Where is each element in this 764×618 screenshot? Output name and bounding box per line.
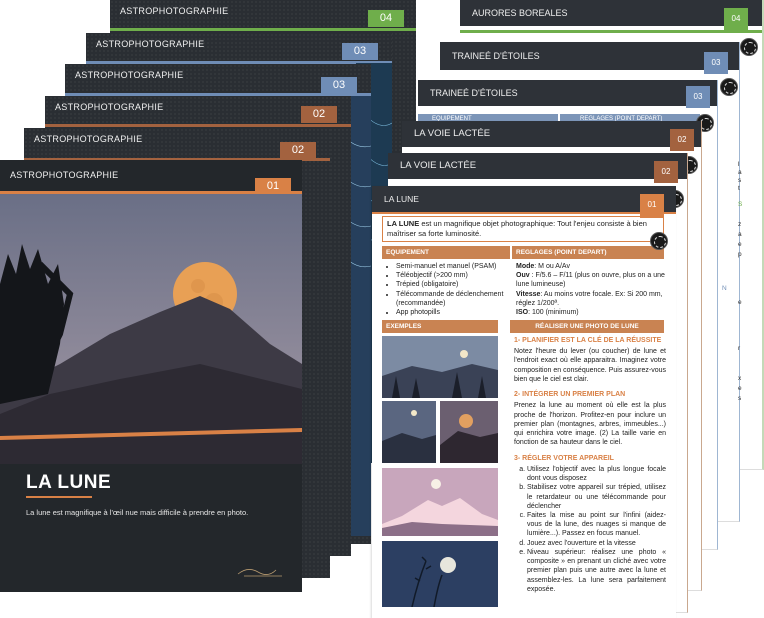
examples-header: EXEMPLES	[382, 320, 498, 333]
sheet-title: TRAINEÉ D'ÉTOILES	[418, 80, 717, 106]
step3-list: Utilisez l'objectif avec la plus longue …	[514, 465, 666, 594]
step3-title: 3- RÉGLER VOTRE APPAREIL	[514, 454, 614, 462]
intro-box: LA LUNE est un magnifique objet photogra…	[382, 216, 664, 242]
card-number: 03	[342, 43, 378, 60]
title-underline	[26, 496, 92, 498]
card-caption: La lune est magnifique à l'œil nue mais …	[26, 508, 249, 517]
card-strip	[45, 124, 351, 127]
moon-over-mountain-image	[0, 194, 302, 464]
signature-logo	[236, 560, 288, 580]
how-to-header: RÉALISER UNE PHOTO DE LUNE	[510, 320, 664, 333]
dial-icon	[740, 38, 758, 56]
sheet-title: LA LUNE	[372, 186, 676, 212]
step1-title: 1- PLANIFIER EST LA CLÉ DE LA RÉUSSITE	[514, 337, 662, 344]
sheet-number: 03	[686, 86, 710, 108]
dial-icon	[650, 232, 668, 250]
sheet-number: 04	[724, 8, 748, 30]
equipment-list: Semi-manuel et manuel (PSAM) Téléobjecti…	[386, 262, 510, 317]
step1-text: Notez l'heure du lever (ou coucher) de l…	[514, 348, 666, 383]
sheet-title: LA VOIE LACTÉE	[402, 121, 701, 147]
sheet-la-lune: LA LUNE 01 LA LUNE est un magnifique obj…	[372, 186, 676, 618]
card-number: 04	[368, 10, 404, 27]
card-big-title: LA LUNE	[26, 472, 112, 493]
equipment-header: EQUIPEMENT	[382, 246, 510, 259]
card-number: 03	[321, 77, 357, 94]
card-number: 02	[280, 142, 316, 159]
settings-header: REGLAGES (POINT DEPART)	[512, 246, 664, 259]
example-photo-big-moon	[440, 401, 498, 463]
example-photo-pink-mountain	[382, 468, 498, 536]
sheet-number: 01	[640, 194, 664, 218]
example-photo-night-plant	[382, 541, 498, 607]
step2-text: Prenez la lune au moment où elle est la …	[514, 402, 666, 447]
card-number: 02	[301, 106, 337, 123]
sheet-number: 02	[670, 129, 694, 151]
step2-title: 2- INTÉGRER UN PREMIER PLAN	[514, 391, 626, 399]
sheet-title: TRAINEÉ D'ÉTOILES	[440, 42, 739, 70]
how-to-column: 1- PLANIFIER EST LA CLÉ DE LA RÉUSSITE N…	[514, 336, 666, 594]
dial-icon	[720, 78, 738, 96]
sheet-accent-line	[460, 30, 762, 33]
card-strip	[110, 28, 416, 31]
sheet-number: 03	[704, 52, 728, 74]
sheet-accent-line	[372, 212, 676, 214]
settings-list: Mode: M ou A/Av Ouv : F/5.6 – F/11 (plus…	[516, 263, 665, 317]
sheet-number: 02	[654, 161, 678, 183]
card-la-lune: ASTROPHOTOGRAPHIE 01 LA LUNE La lune est…	[0, 160, 302, 592]
sheet-title: LA VOIE LACTÉE	[388, 153, 687, 179]
sheet-title: AURORES BOREALES	[460, 0, 762, 26]
example-photo-small-moon	[382, 401, 436, 463]
example-photo-trees	[382, 336, 498, 398]
